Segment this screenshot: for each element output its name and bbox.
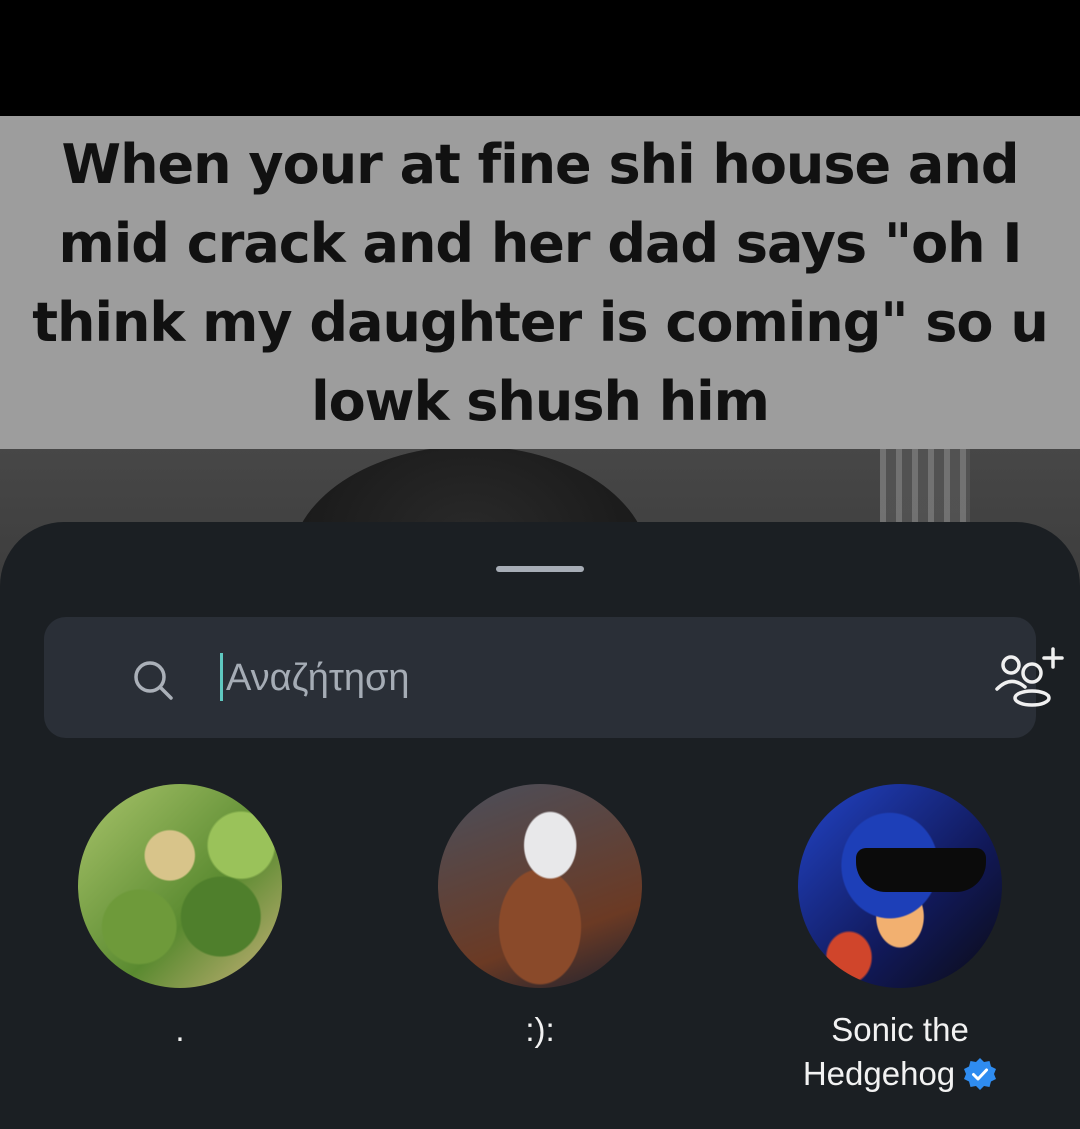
verified-badge-icon	[964, 1058, 997, 1090]
search-bar[interactable]	[44, 617, 1064, 738]
post-caption: When your at fine shi house and mid crac…	[0, 116, 1080, 449]
sunglasses-shape	[856, 848, 986, 892]
contact-item[interactable]: Sonic the Hedgehog	[750, 784, 1050, 1104]
post-background: When your at fine shi house and mid crac…	[0, 0, 1080, 600]
contact-name: :):	[525, 1011, 555, 1048]
drag-handle[interactable]	[496, 566, 584, 572]
contact-name: .	[175, 1011, 185, 1048]
contact-item[interactable]: .	[30, 784, 330, 1104]
contacts-row: . :): Sonic the Hedgehog	[0, 784, 1080, 1129]
contact-name: Sonic the Hedgehog	[802, 1011, 969, 1092]
search-input[interactable]	[220, 647, 920, 709]
avatar	[438, 784, 642, 988]
post-caption-text: When your at fine shi house and mid crac…	[32, 132, 1049, 433]
avatar	[78, 784, 282, 988]
avatar	[798, 784, 1002, 988]
search-icon	[134, 661, 173, 700]
add-people-icon[interactable]	[994, 645, 1070, 707]
contact-name-wrapper: Sonic the Hedgehog	[770, 1008, 1030, 1096]
share-sheet: . :): Sonic the Hedgehog	[0, 522, 1080, 1129]
contact-item[interactable]: :):	[390, 784, 690, 1104]
